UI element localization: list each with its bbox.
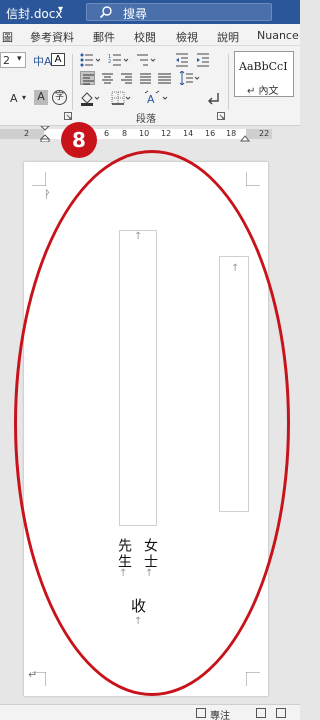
character-shading-icon[interactable]: A bbox=[34, 90, 48, 105]
search-box[interactable]: 搜尋 bbox=[86, 3, 272, 21]
increase-indent-icon[interactable] bbox=[196, 53, 210, 67]
tab-help[interactable]: 說明 bbox=[217, 29, 239, 45]
justify-icon bbox=[140, 73, 151, 84]
print-layout-icon[interactable] bbox=[276, 708, 286, 718]
multilevel-list-icon[interactable] bbox=[136, 53, 158, 67]
ruler-tick: 10 bbox=[139, 129, 150, 138]
status-bar: 專注 bbox=[0, 704, 300, 720]
tab-layout[interactable]: 圖 bbox=[2, 29, 13, 45]
svg-text:2: 2 bbox=[108, 59, 111, 65]
distributed-button[interactable] bbox=[157, 71, 172, 85]
style-name: ↵ 內文 bbox=[247, 86, 279, 97]
line-spacing-icon[interactable] bbox=[178, 71, 200, 85]
tab-view[interactable]: 檢視 bbox=[176, 29, 198, 45]
focus-mode-button[interactable]: 專注 bbox=[210, 707, 230, 720]
search-icon bbox=[99, 6, 112, 19]
crop-mark-icon bbox=[246, 172, 260, 186]
decrease-indent-icon[interactable] bbox=[175, 53, 189, 67]
bullets-icon[interactable] bbox=[80, 53, 102, 67]
read-mode-icon[interactable] bbox=[256, 708, 266, 718]
font-size-select[interactable]: 2 ▾ bbox=[0, 52, 26, 68]
ruler-left-margin bbox=[0, 129, 44, 139]
ribbon-tabs: 圖 參考資料 郵件 校閱 檢視 說明 Nuance bbox=[0, 24, 300, 46]
indent-marker-icon[interactable] bbox=[40, 126, 50, 142]
align-center-icon bbox=[102, 73, 113, 84]
horizontal-ruler[interactable]: 2 6 8 10 12 14 16 18 22 bbox=[0, 126, 300, 142]
ruler-tick: 2 bbox=[24, 129, 30, 138]
ruler-tick: 22 bbox=[259, 129, 270, 138]
borders-icon[interactable] bbox=[111, 90, 133, 106]
show-hide-marks-icon[interactable] bbox=[206, 90, 222, 106]
group-divider bbox=[72, 54, 73, 110]
cursor-icon: ᚹ bbox=[44, 188, 51, 201]
style-normal[interactable]: AaBbCcI ↵ 內文 bbox=[234, 51, 294, 97]
svg-text:A: A bbox=[147, 93, 155, 106]
focus-icon[interactable] bbox=[196, 708, 206, 718]
tab-nuance[interactable]: Nuance bbox=[257, 29, 299, 42]
chevron-down-icon: ▾ bbox=[17, 54, 22, 64]
group-divider bbox=[228, 54, 229, 110]
tab-references[interactable]: 參考資料 bbox=[30, 29, 74, 45]
align-center-button[interactable] bbox=[100, 71, 115, 85]
character-border-icon[interactable]: A bbox=[51, 53, 65, 66]
paragraph-group-label: 段落 bbox=[136, 114, 156, 125]
text-effects-icon[interactable]: A bbox=[10, 92, 18, 105]
ruler-tick: 6 bbox=[104, 129, 110, 138]
numbering-icon[interactable]: 12 bbox=[108, 53, 130, 67]
align-right-icon bbox=[121, 73, 132, 84]
crop-mark-icon bbox=[32, 172, 46, 186]
shading-icon[interactable] bbox=[80, 90, 102, 106]
enclose-characters-icon[interactable]: 字 bbox=[52, 90, 67, 105]
align-left-button[interactable] bbox=[80, 71, 95, 85]
tab-review[interactable]: 校閱 bbox=[134, 29, 156, 45]
title-dropdown-icon[interactable]: ▾ bbox=[58, 4, 63, 15]
highlight-oval bbox=[14, 150, 290, 696]
crop-mark-icon bbox=[246, 672, 260, 686]
paragraph-settings-launcher-icon[interactable] bbox=[217, 112, 225, 120]
ruler-tick: 18 bbox=[226, 129, 237, 138]
ruler-tick: 16 bbox=[205, 129, 216, 138]
title-bar: 信封.docx ▾ 搜尋 bbox=[0, 0, 300, 24]
align-left-icon bbox=[83, 74, 94, 85]
search-placeholder: 搜尋 bbox=[123, 7, 148, 21]
align-right-button[interactable] bbox=[119, 71, 134, 85]
phonetic-guide-icon[interactable]: 中A bbox=[33, 53, 52, 69]
distributed-icon bbox=[158, 73, 171, 84]
font-settings-launcher-icon[interactable] bbox=[64, 112, 72, 120]
document-title[interactable]: 信封.docx bbox=[6, 5, 62, 22]
paragraph-return-icon: ↵ bbox=[28, 668, 38, 681]
asian-layout-icon[interactable]: A bbox=[144, 90, 170, 106]
font-size-value: 2 bbox=[3, 54, 10, 67]
step-badge: 8 bbox=[61, 122, 97, 158]
ruler-tick: 14 bbox=[183, 129, 194, 138]
ruler-tick: 12 bbox=[161, 129, 172, 138]
ruler-tick: 8 bbox=[122, 129, 128, 138]
ribbon: 2 ▾ 中A A A ▾ A 字 12 A 段落 AaBbCcI ↵ 內文 bbox=[0, 46, 300, 126]
justify-button[interactable] bbox=[138, 71, 153, 85]
tab-mailings[interactable]: 郵件 bbox=[93, 29, 115, 45]
right-indent-marker-icon[interactable] bbox=[240, 134, 250, 142]
style-sample: AaBbCcI bbox=[239, 60, 288, 73]
chevron-down-icon[interactable]: ▾ bbox=[22, 93, 26, 102]
